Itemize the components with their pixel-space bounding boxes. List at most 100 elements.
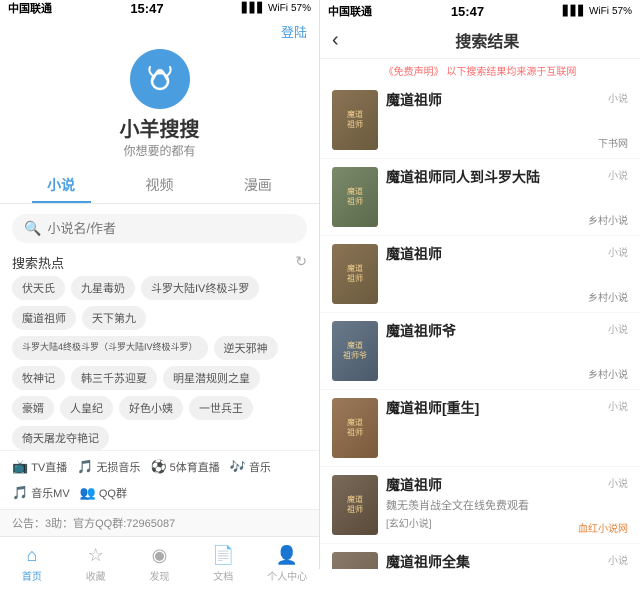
- result-right-5: 小说: [578, 398, 628, 458]
- result-item-7[interactable]: 魔道祖师 魔道祖师全集 墨香铜臭 [玄幻小说] 小说 血红小说网: [320, 544, 640, 569]
- right-carrier: 中国联通: [328, 3, 372, 19]
- result-tags-6: [玄幻小说]: [386, 515, 570, 530]
- hot-tags: 伏天氏 九星毒奶 斗罗大陆IV终极斗罗 魔道祖师 天下第九 斗罗大陆4终极斗罗（…: [0, 276, 319, 450]
- search-input[interactable]: [47, 221, 295, 236]
- quick-link-sports[interactable]: ⚽ 5体育直播: [150, 459, 219, 475]
- quick-link-music[interactable]: 🎵 无损音乐: [77, 459, 140, 475]
- hot-tag[interactable]: 一世兵王: [189, 396, 253, 420]
- hot-tag[interactable]: 牧神记: [12, 366, 65, 390]
- result-content-5: 魔道祖师[重生]: [386, 398, 570, 420]
- hot-tag[interactable]: 魔道祖师: [12, 306, 76, 330]
- result-type-2: 小说: [608, 167, 628, 182]
- result-thumb-7: 魔道祖师: [332, 552, 378, 569]
- bottom-nav: ⌂ 首页 ☆ 收藏 ◉ 发现 📄 文档 👤 个人中心: [0, 536, 319, 593]
- hot-tag[interactable]: 明星潜规则之皇: [163, 366, 260, 390]
- result-action-2[interactable]: 乡村小说: [588, 212, 628, 227]
- tab-video[interactable]: 视频: [110, 167, 208, 203]
- hot-tag[interactable]: 人皇纪: [60, 396, 113, 420]
- result-tag-6: [玄幻小说]: [386, 515, 432, 530]
- refresh-icon[interactable]: ↻: [295, 253, 307, 270]
- hot-tag[interactable]: 伏天氏: [12, 276, 65, 300]
- nav-docs[interactable]: 📄 文档: [191, 541, 255, 587]
- right-title: 搜索结果: [347, 28, 628, 52]
- thumb-text-6: 魔道祖师: [345, 493, 365, 518]
- result-content-1: 魔道祖师: [386, 90, 570, 112]
- tab-novel[interactable]: 小说: [12, 167, 110, 203]
- result-title-2: 魔道祖师同人到斗罗大陆: [386, 167, 570, 187]
- nav-discover[interactable]: ◉ 发现: [128, 541, 192, 587]
- disclaimer: 《免费声明》 以下搜索结果均来源于互联网: [320, 59, 640, 82]
- result-item-1[interactable]: 魔道祖师 魔道祖师 小说 下书网: [320, 82, 640, 159]
- result-right-4: 小说 乡村小说: [578, 321, 628, 381]
- result-content-6: 魔道祖师 魏无羡肖战全文在线免费观看 [玄幻小说]: [386, 475, 570, 530]
- result-item-4[interactable]: 魔道祖师爷 魔道祖师爷 小说 乡村小说: [320, 313, 640, 390]
- right-status-bar: 中国联通 15:47 ▋▋▋ WiFi 57%: [320, 0, 640, 22]
- login-row: 登陆: [0, 16, 319, 45]
- home-icon: ⌂: [26, 545, 37, 566]
- login-button[interactable]: 登陆: [281, 22, 307, 41]
- nav-favorites[interactable]: ☆ 收藏: [64, 541, 128, 587]
- quick-link-tv[interactable]: 📺 TV直播: [12, 459, 67, 475]
- result-type-7: 小说: [608, 552, 628, 567]
- result-right-3: 小说 乡村小说: [578, 244, 628, 304]
- disclaimer-link[interactable]: 《免费声明》: [384, 67, 444, 78]
- result-action-3[interactable]: 乡村小说: [588, 289, 628, 304]
- hot-tag[interactable]: 天下第九: [82, 306, 146, 330]
- thumb-text-5: 魔道祖师: [345, 416, 365, 441]
- hot-tag[interactable]: 九星毒奶: [71, 276, 135, 300]
- result-action-4[interactable]: 乡村小说: [588, 366, 628, 381]
- logo-svg: [140, 59, 180, 99]
- result-right-7: 小说 血红小说网: [578, 552, 628, 569]
- right-header: ‹ 搜索结果: [320, 22, 640, 59]
- result-content-4: 魔道祖师爷: [386, 321, 570, 343]
- thumb-text-3: 魔道祖师: [345, 262, 365, 287]
- hot-tag[interactable]: 斗罗大陆4终极斗罗（斗罗大陆IV终极斗罗）: [12, 336, 208, 360]
- right-battery-icon: 57%: [612, 6, 632, 17]
- quick-link-qq-label: QQ群: [99, 485, 127, 501]
- logo-section: 小羊搜搜 你想要的都有: [0, 45, 319, 167]
- right-time: 15:47: [451, 4, 484, 19]
- thumb-text-1: 魔道祖师: [345, 108, 365, 133]
- result-content-3: 魔道祖师: [386, 244, 570, 266]
- hot-tag[interactable]: 豪婿: [12, 396, 54, 420]
- result-item-5[interactable]: 魔道祖师 魔道祖师[重生] 小说: [320, 390, 640, 467]
- result-title-1: 魔道祖师: [386, 90, 570, 110]
- result-title-3: 魔道祖师: [386, 244, 570, 264]
- hot-tag[interactable]: 逆天邪神: [214, 336, 278, 360]
- hot-tag[interactable]: 斗罗大陆IV终极斗罗: [141, 276, 259, 300]
- result-type-3: 小说: [608, 244, 628, 259]
- quick-link-sports-label: 5体育直播: [170, 459, 220, 475]
- left-status-icons: ▋▋▋ WiFi 57%: [242, 3, 311, 14]
- search-bar[interactable]: 🔍: [12, 214, 307, 243]
- tab-manga[interactable]: 漫画: [209, 167, 307, 203]
- music-icon: 🎵: [77, 459, 93, 475]
- favorites-icon: ☆: [88, 545, 104, 566]
- nav-profile[interactable]: 👤 个人中心: [255, 541, 319, 587]
- logo-circle: [130, 49, 190, 109]
- nav-home[interactable]: ⌂ 首页: [0, 541, 64, 587]
- result-item-6[interactable]: 魔道祖师 魔道祖师 魏无羡肖战全文在线免费观看 [玄幻小说] 小说 血红小说网: [320, 467, 640, 544]
- result-thumb-1: 魔道祖师: [332, 90, 378, 150]
- back-button[interactable]: ‹: [332, 29, 339, 52]
- quick-links: 📺 TV直播 🎵 无损音乐 ⚽ 5体育直播 🎶 音乐 🎵 音乐MV 👥 QQ群: [0, 450, 319, 509]
- quick-link-qq[interactable]: 👥 QQ群: [80, 485, 127, 501]
- mv-icon: 🎵: [12, 485, 28, 501]
- result-thumb-2: 魔道祖师: [332, 167, 378, 227]
- quick-link-music2[interactable]: 🎶 音乐: [230, 459, 271, 475]
- battery-icon: 57%: [291, 3, 311, 14]
- result-action-1[interactable]: 下书网: [598, 135, 628, 150]
- quick-link-mv[interactable]: 🎵 音乐MV: [12, 485, 70, 501]
- quick-link-music2-label: 音乐: [249, 459, 271, 475]
- result-right-2: 小说 乡村小说: [578, 167, 628, 227]
- result-item-2[interactable]: 魔道祖师 魔道祖师同人到斗罗大陆 小说 乡村小说: [320, 159, 640, 236]
- hot-tag[interactable]: 好色小姨: [119, 396, 183, 420]
- search-icon: 🔍: [24, 220, 41, 237]
- result-item-3[interactable]: 魔道祖师 魔道祖师 小说 乡村小说: [320, 236, 640, 313]
- hot-tag[interactable]: 韩三千苏迎夏: [71, 366, 157, 390]
- disclaimer-text: 以下搜索结果均来源于互联网: [446, 67, 576, 78]
- result-source-6[interactable]: 血红小说网: [578, 520, 628, 535]
- notice-text: 公告：3助：官方QQ群:72965087: [12, 518, 175, 530]
- hot-tag[interactable]: 倚天屠龙夺艳记: [12, 426, 109, 450]
- tabs-row: 小说 视频 漫画: [0, 167, 319, 204]
- result-title-6: 魔道祖师: [386, 475, 570, 495]
